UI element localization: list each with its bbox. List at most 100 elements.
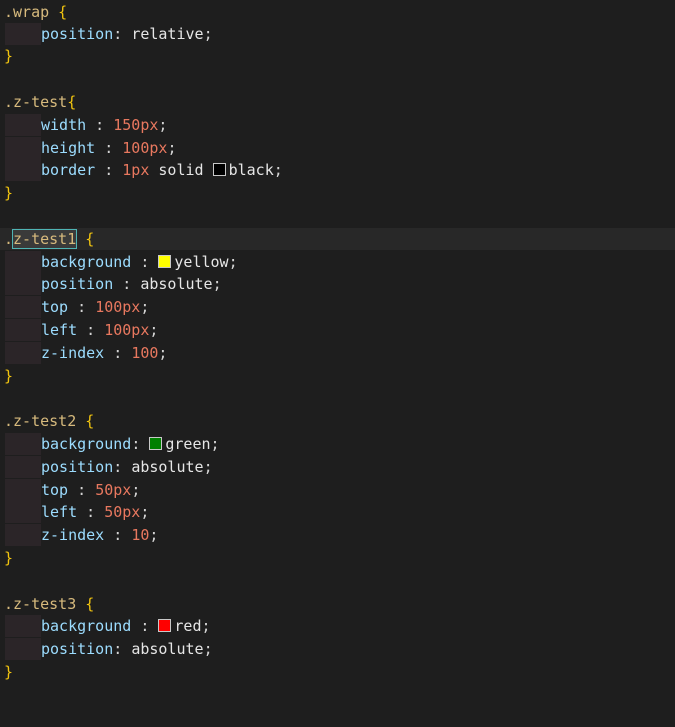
- value: 100: [131, 344, 159, 362]
- property: background: [41, 617, 132, 635]
- property: border: [41, 161, 96, 179]
- colon: :: [95, 139, 123, 157]
- semicolon: ;: [131, 481, 141, 499]
- code-line[interactable]: width : 150px;: [0, 114, 675, 136]
- code-line[interactable]: }: [0, 547, 675, 569]
- indent-guide: [5, 23, 41, 45]
- semicolon: ;: [201, 617, 211, 635]
- code-line[interactable]: .z-test2 {: [0, 410, 675, 432]
- colon: :: [113, 25, 132, 43]
- code-line[interactable]: top : 50px;: [0, 479, 675, 501]
- indent-guide: [5, 638, 41, 660]
- property: position: [41, 458, 114, 476]
- code-line[interactable]: .z-test3 {: [0, 593, 675, 615]
- color-swatch-red[interactable]: [158, 619, 172, 632]
- code-line[interactable]: top : 100px;: [0, 296, 675, 318]
- brace: }: [4, 367, 14, 385]
- code-line[interactable]: height : 100px;: [0, 137, 675, 159]
- semicolon: ;: [149, 321, 159, 339]
- brace: }: [4, 663, 14, 681]
- colon: :: [95, 161, 123, 179]
- colon: :: [104, 526, 132, 544]
- code-line[interactable]: }: [0, 45, 675, 67]
- indent-guide: [5, 524, 41, 546]
- value: relative: [131, 25, 204, 43]
- value: absolute: [131, 640, 204, 658]
- colon: :: [131, 253, 159, 271]
- code-line[interactable]: z-index : 100;: [0, 342, 675, 364]
- semicolon: ;: [167, 139, 177, 157]
- semicolon: ;: [149, 526, 159, 544]
- color-swatch-green[interactable]: [149, 437, 163, 450]
- indent-guide: [5, 433, 41, 455]
- colon: :: [68, 481, 96, 499]
- code-line[interactable]: }: [0, 661, 675, 683]
- property: z-index: [41, 526, 105, 544]
- code-line[interactable]: }: [0, 365, 675, 387]
- color-swatch-yellow[interactable]: [158, 255, 172, 268]
- value: 100px: [104, 321, 150, 339]
- property: position: [41, 25, 114, 43]
- brace: {: [49, 3, 68, 21]
- colon: :: [104, 344, 132, 362]
- code-line-current[interactable]: .z-test1 {: [0, 228, 675, 250]
- code-line[interactable]: left : 50px;: [0, 501, 675, 523]
- indent-guide: [5, 456, 41, 478]
- code-line[interactable]: position: relative;: [0, 23, 675, 45]
- semicolon: ;: [203, 25, 213, 43]
- code-line[interactable]: background: green;: [0, 433, 675, 455]
- selector: .z-test2: [4, 412, 77, 430]
- semicolon: ;: [203, 458, 213, 476]
- colon: :: [131, 435, 150, 453]
- code-editor[interactable]: .wrap { position: relative; } .z-test{ w…: [0, 0, 675, 689]
- indent-guide: [5, 273, 41, 295]
- property: position: [41, 640, 114, 658]
- indent-guide: [5, 296, 41, 318]
- value: 150px: [113, 116, 159, 134]
- property: background: [41, 253, 132, 271]
- selector: .z-test: [4, 93, 68, 111]
- brace: }: [4, 184, 14, 202]
- colon: :: [113, 640, 132, 658]
- property: left: [41, 321, 78, 339]
- property: left: [41, 503, 78, 521]
- colon: :: [77, 503, 105, 521]
- code-line[interactable]: .z-test{: [0, 91, 675, 113]
- indent-guide: [5, 501, 41, 523]
- code-line[interactable]: position: absolute;: [0, 638, 675, 660]
- semicolon: ;: [210, 435, 220, 453]
- property: position: [41, 275, 114, 293]
- property: height: [41, 139, 96, 157]
- indent-guide: [5, 137, 41, 159]
- colon: :: [68, 298, 96, 316]
- code-line[interactable]: position : absolute;: [0, 273, 675, 295]
- value: 1px: [122, 161, 150, 179]
- code-line[interactable]: z-index : 10;: [0, 524, 675, 546]
- indent-guide: [5, 342, 41, 364]
- code-line[interactable]: background : yellow;: [0, 251, 675, 273]
- code-line[interactable]: border : 1px solid black;: [0, 159, 675, 181]
- property: top: [41, 298, 69, 316]
- selector: .z-test3: [4, 595, 77, 613]
- semicolon: ;: [203, 640, 213, 658]
- semicolon: ;: [140, 298, 150, 316]
- brace: }: [4, 549, 14, 567]
- code-line[interactable]: background : red;: [0, 615, 675, 637]
- colon: :: [113, 275, 141, 293]
- code-line[interactable]: }: [0, 182, 675, 204]
- value: 100px: [122, 139, 168, 157]
- value: 50px: [104, 503, 141, 521]
- code-line[interactable]: left : 100px;: [0, 319, 675, 341]
- semicolon: ;: [140, 503, 150, 521]
- value: black: [228, 161, 274, 179]
- color-swatch-black[interactable]: [212, 163, 226, 176]
- selector-highlight: z-test1: [12, 229, 78, 249]
- code-line[interactable]: .wrap {: [0, 1, 675, 23]
- brace: {: [76, 230, 95, 248]
- indent-guide: [5, 319, 41, 341]
- value: red: [174, 617, 202, 635]
- property: z-index: [41, 344, 105, 362]
- code-line[interactable]: position: absolute;: [0, 456, 675, 478]
- brace: {: [76, 595, 95, 613]
- brace: {: [67, 93, 77, 111]
